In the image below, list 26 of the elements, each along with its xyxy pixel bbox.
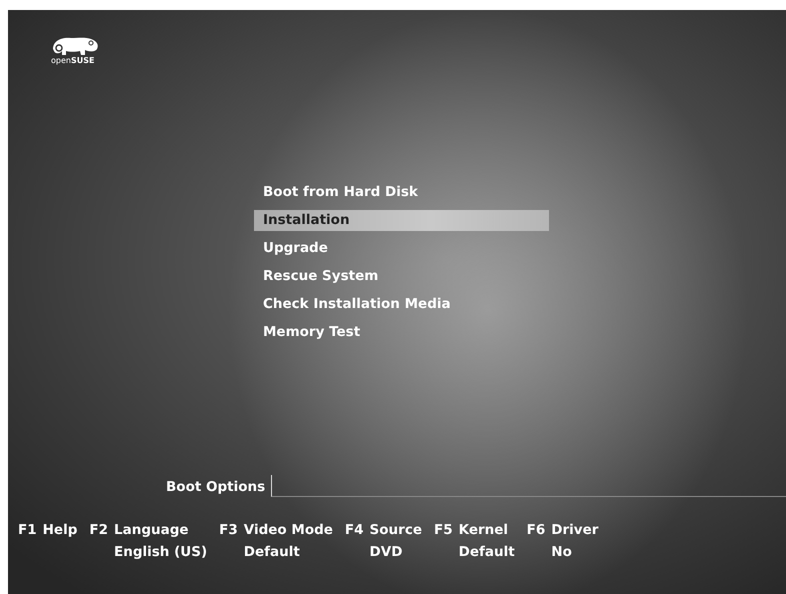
- menu-item[interactable]: Memory Test: [254, 322, 549, 343]
- function-key-label: Video Mode: [244, 521, 333, 540]
- function-key[interactable]: F3: [219, 521, 238, 540]
- boot-options-field[interactable]: [271, 475, 786, 497]
- function-key-label: Language: [114, 521, 190, 540]
- function-key-value: Default: [458, 543, 515, 562]
- function-key[interactable]: F1: [18, 521, 37, 540]
- menu-item[interactable]: Installation: [254, 210, 549, 231]
- function-key-value: English (US): [114, 543, 208, 562]
- menu-item[interactable]: Check Installation Media: [254, 294, 549, 315]
- menu-item[interactable]: Boot from Hard Disk: [254, 182, 549, 203]
- function-key-value: DVD: [370, 543, 404, 562]
- function-key-label: Source: [370, 521, 422, 540]
- menu-item[interactable]: Upgrade: [254, 238, 549, 259]
- function-key[interactable]: F5: [434, 521, 453, 540]
- boot-options-label: Boot Options: [166, 478, 266, 497]
- function-key-label: Kernel: [458, 521, 510, 540]
- menu-item[interactable]: Rescue System: [254, 266, 549, 287]
- function-key-label: Driver: [551, 521, 598, 540]
- function-key-value: No: [551, 543, 573, 562]
- function-key-label: Help: [42, 521, 78, 540]
- logo-text: openSUSE: [51, 56, 94, 65]
- function-key[interactable]: F4: [344, 521, 364, 540]
- function-key[interactable]: F6: [526, 521, 546, 540]
- function-key[interactable]: F2: [89, 521, 108, 540]
- function-key-value: Default: [244, 543, 301, 562]
